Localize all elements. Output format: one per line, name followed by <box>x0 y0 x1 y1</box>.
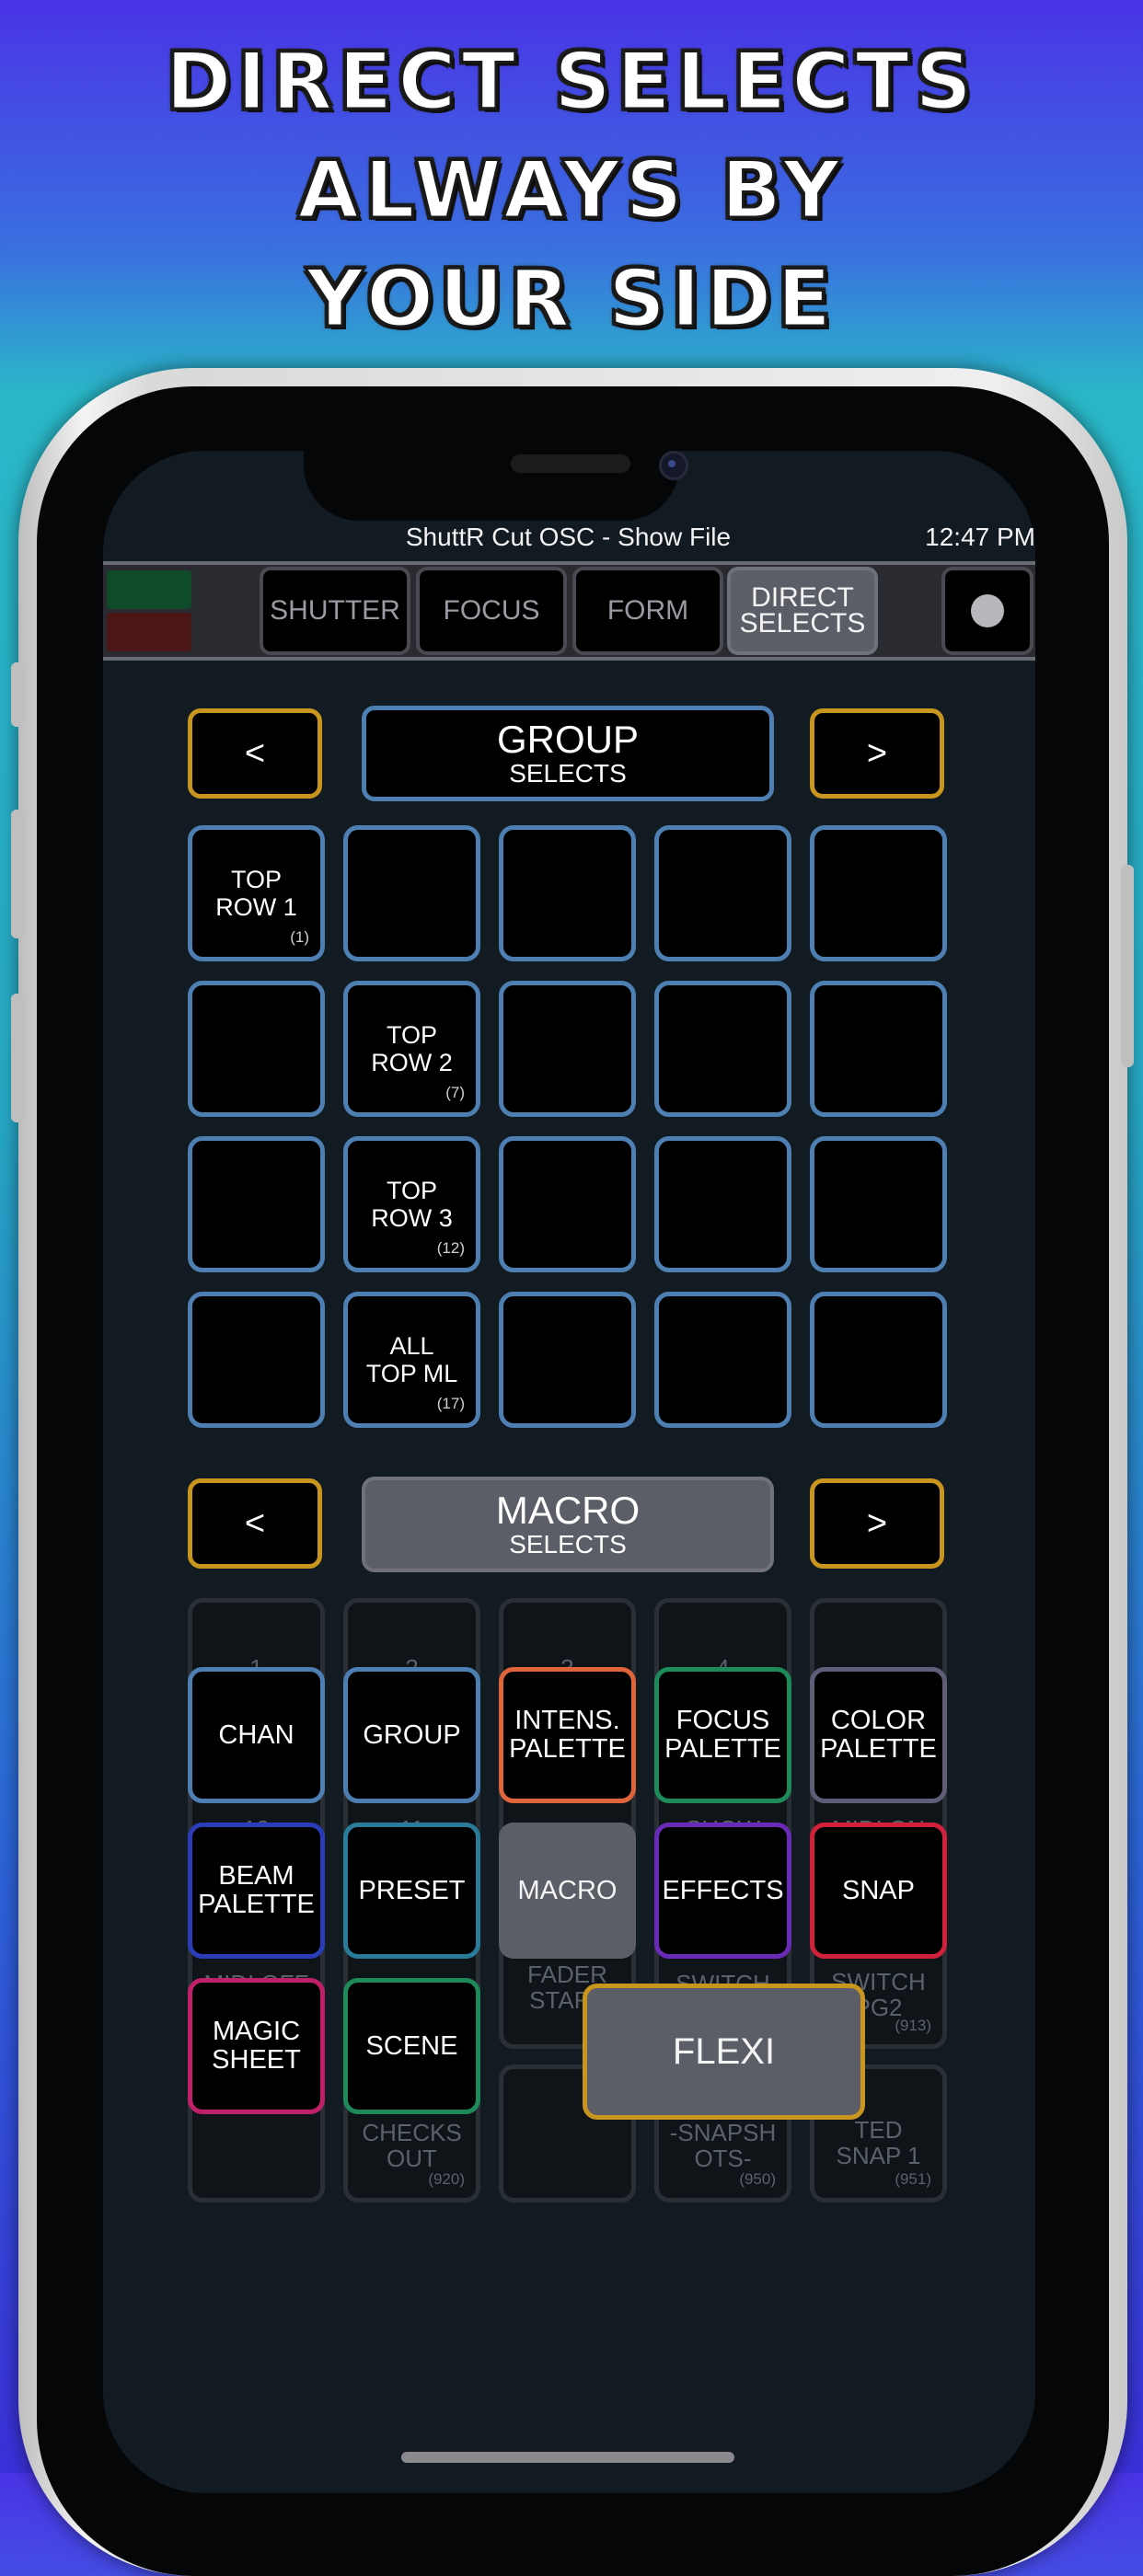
group-select-cell[interactable] <box>343 825 480 961</box>
group-select-cell[interactable] <box>654 981 791 1117</box>
group-select-cell[interactable] <box>810 825 947 961</box>
group-select-cell[interactable] <box>810 981 947 1117</box>
app-title: ShuttR Cut OSC - Show File <box>405 523 732 551</box>
indicator-red <box>107 613 191 651</box>
phone-power-button <box>1121 865 1134 1067</box>
phone-volume-up <box>11 810 24 938</box>
toolbar <box>103 561 1035 661</box>
flexi-item-focus-palette[interactable]: FOCUS PALETTE <box>654 1667 791 1803</box>
group-select-cell[interactable] <box>188 1292 325 1428</box>
flexi-item-snap[interactable]: SNAP <box>810 1823 947 1959</box>
flexi-item-macro[interactable]: MACRO <box>499 1823 636 1959</box>
group-select-cell[interactable] <box>188 1136 325 1272</box>
record-dot-icon <box>971 594 1004 627</box>
group-select-cell[interactable]: TOP ROW 2 (7) <box>343 981 480 1117</box>
group-select-cell[interactable]: TOP ROW 1 (1) <box>188 825 325 961</box>
group-select-cell[interactable] <box>654 1292 791 1428</box>
tab-shutter[interactable]: SHUTTER <box>260 567 410 655</box>
speaker-grille <box>511 454 630 473</box>
flexi-item-effects[interactable]: EFFECTS <box>654 1823 791 1959</box>
group-cell-label: TOP ROW 1 <box>215 866 297 921</box>
group-cell-number: (12) <box>436 1239 465 1257</box>
headline-line-3: YOUR SIDE <box>305 252 837 347</box>
group-select-cell[interactable] <box>499 1136 636 1272</box>
phone-side-button <box>11 662 24 727</box>
group-prev-button[interactable]: < <box>188 708 322 799</box>
group-cell-label: TOP ROW 3 <box>371 1177 453 1232</box>
group-select-cell[interactable] <box>499 981 636 1117</box>
group-next-button[interactable]: > <box>810 708 944 799</box>
tab-direct-selects[interactable]: DIRECT SELECTS <box>727 567 878 655</box>
group-select-cell[interactable] <box>654 825 791 961</box>
group-cell-number: (17) <box>436 1395 465 1412</box>
flexi-item-magic-sheet[interactable]: MAGIC SHEET <box>188 1978 325 2114</box>
group-select-cell[interactable] <box>654 1136 791 1272</box>
group-select-cell[interactable] <box>810 1136 947 1272</box>
flexi-item-preset[interactable]: PRESET <box>343 1823 480 1959</box>
indicator-green <box>107 570 191 609</box>
group-select-cell[interactable] <box>188 981 325 1117</box>
group-cell-number: (7) <box>445 1084 465 1101</box>
headline-line-2: ALWAYS BY <box>296 144 846 238</box>
flexi-item-color-palette[interactable]: COLOR PALETTE <box>810 1667 947 1803</box>
flexi-button[interactable]: FLEXI <box>583 1984 865 2120</box>
flexi-item-beam-palette[interactable]: BEAM PALETTE <box>188 1823 325 1959</box>
headline-line-1: DIRECT SELECTS <box>164 35 978 130</box>
record-button[interactable] <box>941 567 1033 655</box>
group-select-cell[interactable]: ALL TOP ML (17) <box>343 1292 480 1428</box>
phone-volume-down <box>11 994 24 1122</box>
group-cell-number: (1) <box>290 928 309 946</box>
tab-focus[interactable]: FOCUS <box>416 567 567 655</box>
home-indicator[interactable] <box>401 2452 734 2463</box>
group-select-cell[interactable] <box>810 1292 947 1428</box>
status-time: 12:47 PM <box>925 523 1035 551</box>
camera-icon <box>659 451 688 480</box>
group-select-cell[interactable] <box>499 1292 636 1428</box>
flexi-item-intens-palette[interactable]: INTENS. PALETTE <box>499 1667 636 1803</box>
tab-form[interactable]: FORM <box>572 567 723 655</box>
group-select-cell[interactable] <box>499 825 636 961</box>
group-cell-label: ALL TOP ML <box>365 1332 458 1387</box>
group-selects-title[interactable]: GROUP SELECTS <box>362 706 774 801</box>
macro-next-button[interactable]: > <box>810 1478 944 1569</box>
group-select-cell[interactable]: TOP ROW 3 (12) <box>343 1136 480 1272</box>
macro-prev-button[interactable]: < <box>188 1478 322 1569</box>
macro-selects-title[interactable]: MACRO SELECTS <box>362 1477 774 1572</box>
headline: DIRECT SELECTS ALWAYS BY YOUR SIDE <box>0 28 1143 353</box>
flexi-item-chan[interactable]: CHAN <box>188 1667 325 1803</box>
flexi-item-group[interactable]: GROUP <box>343 1667 480 1803</box>
flexi-item-scene[interactable]: SCENE <box>343 1978 480 2114</box>
group-cell-label: TOP ROW 2 <box>371 1021 453 1076</box>
